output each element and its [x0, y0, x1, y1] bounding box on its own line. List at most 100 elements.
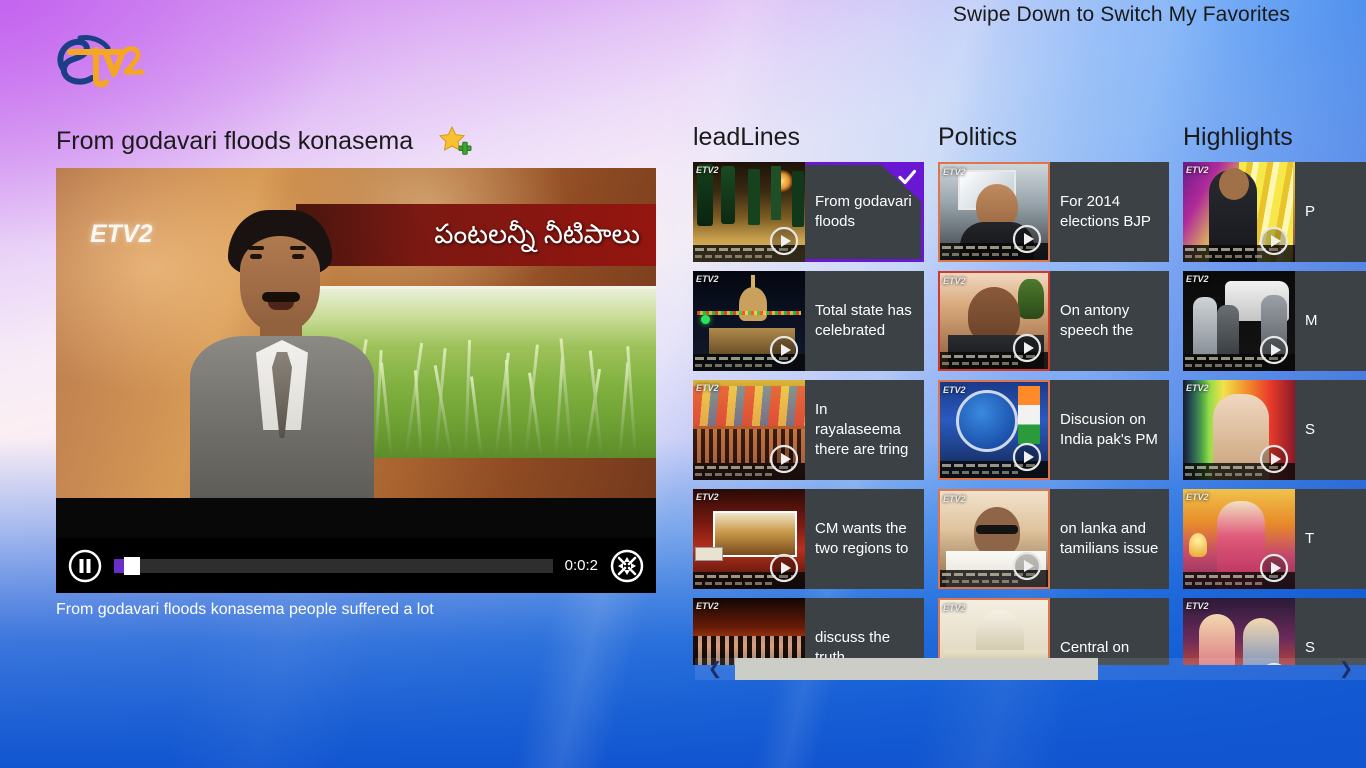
chevron-left-icon[interactable]: ❮	[695, 658, 735, 680]
channel-watermark: ETV2	[943, 603, 966, 613]
anchor-eye	[292, 254, 304, 259]
tile-list: ETV2 For 2014 elections BJP ETV2 On antony …	[938, 162, 1169, 665]
video-tile[interactable]: ETV2 T	[1183, 489, 1366, 589]
tile-thumbnail: ETV2	[1183, 598, 1295, 665]
channel-watermark: ETV2	[943, 276, 966, 286]
video-tile[interactable]: ETV2 M	[1183, 271, 1366, 371]
fullscreen-icon[interactable]	[610, 549, 644, 583]
tile-label: P	[1305, 203, 1316, 220]
video-tile[interactable]: ETV2 In rayalaseema there are tring	[693, 380, 924, 480]
lower-third-chip	[695, 547, 723, 561]
video-tile[interactable]: ETV2 on lanka and tamilians issue	[938, 489, 1169, 589]
person-figure	[1217, 305, 1239, 355]
video-news-anchor	[184, 210, 380, 504]
oil-lamp	[1189, 533, 1207, 557]
tile-list: ETV2 P ETV2 M ETV2 S ETV2 T ETV2 S	[1183, 162, 1366, 665]
tile-label: discuss the truth	[815, 629, 891, 665]
video-tile[interactable]: ETV2 P	[1183, 162, 1366, 262]
flag-graphic	[1018, 386, 1040, 444]
tile-label: Discusion on India pak's PM	[1060, 411, 1158, 448]
anchor-brow	[290, 246, 306, 250]
play-icon[interactable]	[1012, 333, 1042, 363]
play-icon[interactable]	[1259, 553, 1289, 583]
channel-watermark: ETV2	[1186, 383, 1209, 393]
player-title-row: From godavari floods konasema	[56, 120, 656, 162]
tile-label: In rayalaseema there are tring	[815, 401, 909, 458]
play-icon[interactable]	[1259, 335, 1289, 365]
tile-thumbnail: ETV2	[693, 162, 805, 262]
video-tile[interactable]: ETV2 S	[1183, 598, 1366, 665]
seek-elapsed	[114, 558, 124, 573]
green-lamp	[701, 315, 710, 324]
tile-label: CM wants the two regions to	[815, 520, 909, 557]
channel-watermark: ETV2	[1186, 492, 1209, 502]
anchor-face	[240, 236, 320, 332]
tile-thumbnail: ETV2	[693, 598, 805, 665]
pause-icon[interactable]	[68, 549, 102, 583]
column-title: leadLines	[693, 123, 801, 151]
play-icon[interactable]	[769, 335, 799, 365]
tile-thumbnail: ETV2	[938, 489, 1050, 589]
seek-track[interactable]	[114, 558, 553, 573]
column-title: Highlights	[1183, 123, 1293, 151]
play-icon[interactable]	[1012, 551, 1042, 581]
video-channel-logo: ETV2	[90, 220, 153, 248]
play-icon[interactable]	[1012, 442, 1042, 472]
horizontal-scrollbar[interactable]: ❮ ❯	[695, 658, 1366, 680]
play-icon[interactable]	[769, 444, 799, 474]
seek-thumb[interactable]	[124, 556, 140, 575]
background-plant	[1018, 279, 1044, 319]
grid-column-3: Highlights ETV2 P ETV2 M ETV2 S ETV2 T ETV2 S	[1183, 120, 1366, 665]
channel-watermark: ETV2	[696, 383, 719, 393]
tile-label: S	[1305, 421, 1316, 438]
video-surface[interactable]: పంటలన్నీ నీటిపాలు ETV2 0:0:2	[56, 168, 656, 593]
channel-watermark: ETV2	[943, 385, 966, 395]
video-tile[interactable]: ETV2 Discusion on India pak's PM	[938, 380, 1169, 480]
play-icon[interactable]	[769, 226, 799, 256]
elapsed-time-label: 0:0:2	[564, 557, 598, 574]
play-icon[interactable]	[769, 553, 799, 583]
video-tile[interactable]: ETV2 For 2014 elections BJP	[938, 162, 1169, 262]
channel-watermark: ETV2	[696, 165, 719, 175]
scrollbar-thumb[interactable]	[735, 658, 1099, 680]
monument-dome	[739, 287, 767, 321]
video-frame-content: పంటలన్నీ నీటిపాలు ETV2	[56, 168, 656, 593]
grid-scroll-container: leadLines ETV2 From godavari floods ETV2 Tot…	[693, 120, 1366, 665]
channel-watermark: ETV2	[696, 274, 719, 284]
tile-label: Total state has celebrated	[815, 302, 912, 339]
page-title: From godavari floods konasema	[56, 126, 414, 155]
column-title: Politics	[938, 123, 1018, 151]
tile-thumbnail: ETV2	[1183, 380, 1295, 480]
play-icon[interactable]	[1259, 444, 1289, 474]
video-tile[interactable]: ETV2 Central on	[938, 598, 1169, 665]
channel-watermark: ETV2	[696, 601, 719, 611]
video-tile[interactable]: ETV2 On antony speech the	[938, 271, 1169, 371]
tile-label: On antony speech the	[1060, 302, 1134, 339]
channel-watermark: ETV2	[943, 167, 966, 177]
video-tile[interactable]: ETV2 Total state has celebrated	[693, 271, 924, 371]
video-tile[interactable]: ETV2 S	[1183, 380, 1366, 480]
seek-bar[interactable]	[114, 556, 553, 575]
play-icon[interactable]	[1012, 224, 1042, 254]
player-controls-bar: 0:0:2	[56, 538, 656, 593]
chevron-right-icon[interactable]: ❯	[1326, 658, 1366, 680]
video-tile[interactable]: ETV2 discuss the truth	[693, 598, 924, 665]
tile-label: For 2014 elections BJP	[1060, 193, 1151, 230]
video-tile[interactable]: ETV2 From godavari floods	[693, 162, 924, 262]
tile-thumbnail: ETV2	[693, 271, 805, 371]
tile-label: S	[1305, 639, 1316, 656]
channel-watermark: ETV2	[943, 494, 966, 504]
scrollbar-track[interactable]	[735, 658, 1326, 680]
tile-thumbnail: ETV2	[693, 489, 805, 589]
channel-watermark: ETV2	[1186, 274, 1209, 284]
check-icon	[897, 167, 917, 187]
video-tile[interactable]: ETV2 CM wants the two regions to	[693, 489, 924, 589]
festival-lights	[697, 311, 801, 315]
play-icon[interactable]	[1259, 226, 1289, 256]
anchor-brow	[248, 246, 264, 250]
anchor-mouth	[268, 302, 294, 310]
tile-label: T	[1305, 530, 1315, 547]
person-figure	[1193, 297, 1217, 355]
tile-label: on lanka and tamilians issue	[1060, 520, 1159, 557]
star-plus-icon[interactable]	[439, 125, 473, 157]
